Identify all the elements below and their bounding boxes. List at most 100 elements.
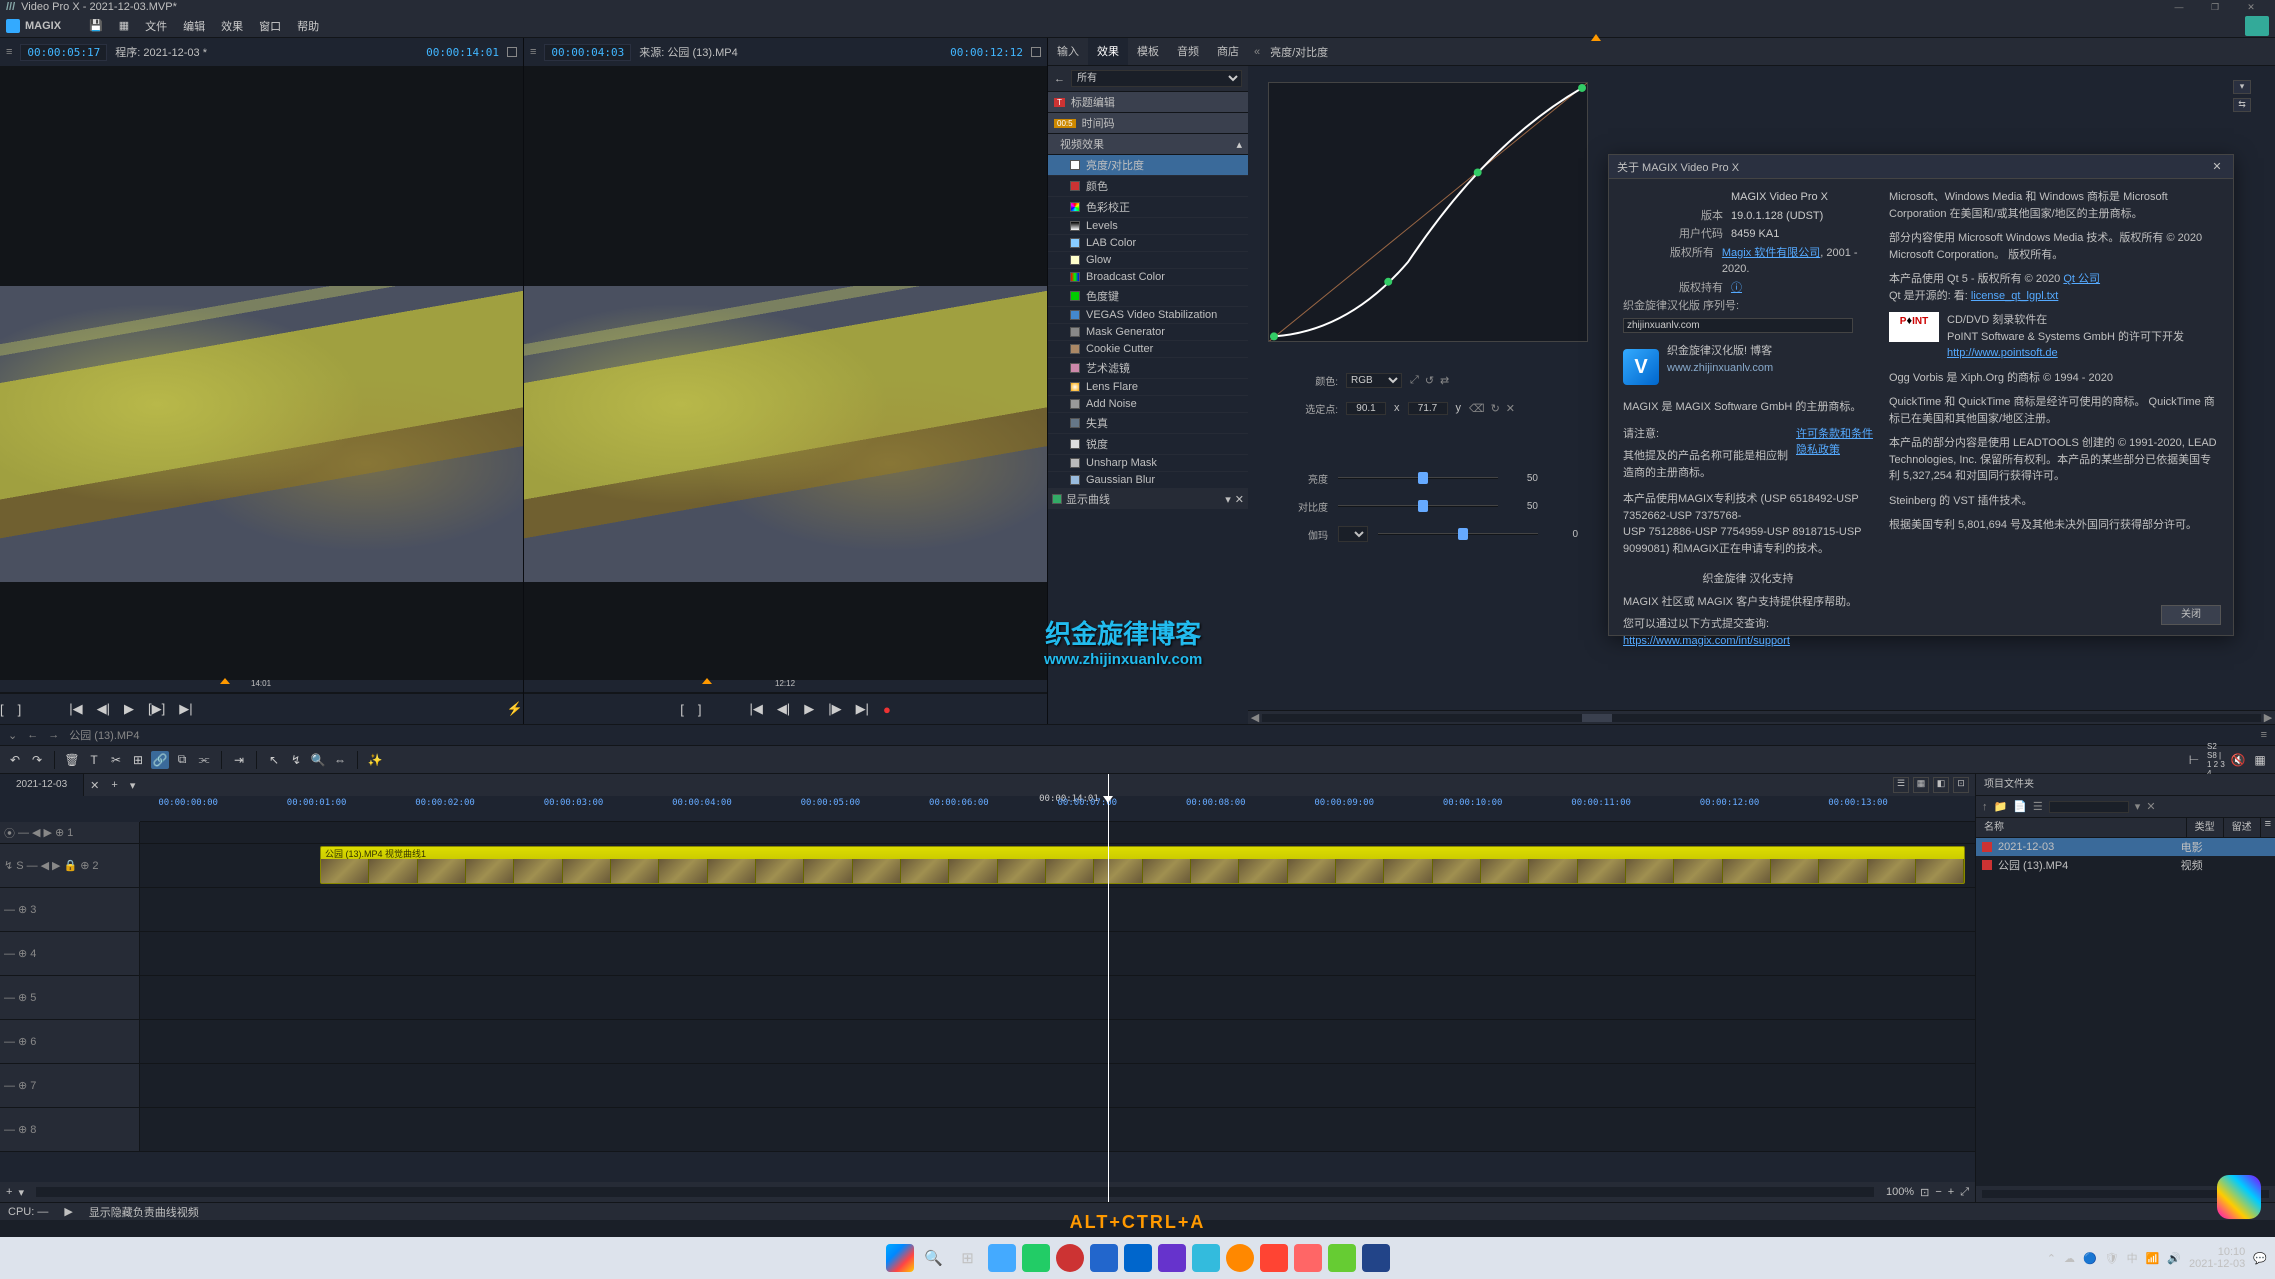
tray-volume-icon[interactable]: 🔊 (2167, 1252, 2181, 1265)
mark-out-icon[interactable]: ] (18, 702, 22, 717)
curve-preset-icon[interactable]: ▾ (2233, 80, 2251, 94)
track-header-8[interactable]: —⊕8 (0, 1108, 140, 1151)
zoom-fit-icon[interactable]: ⊡ (1920, 1186, 1929, 1199)
link-icon[interactable]: 🔗 (151, 751, 169, 769)
tray-expand-icon[interactable]: ⌃ (2047, 1252, 2056, 1265)
goto-end-icon[interactable]: ▶| (179, 701, 192, 717)
fx-item-mask[interactable]: Mask Generator (1048, 324, 1248, 341)
fx-item-color-correct[interactable]: 色彩校正 (1048, 197, 1248, 218)
header-timecode[interactable]: 00:5时间码 (1048, 113, 1248, 134)
view-list-icon[interactable]: ☰ (1893, 777, 1909, 793)
gamma-slider[interactable] (1378, 533, 1538, 535)
contrast-slider[interactable] (1338, 505, 1498, 507)
zoom-all-icon[interactable]: ⤢ (1960, 1186, 1969, 1199)
h-scrollbar[interactable] (36, 1187, 1874, 1197)
crumb-back-icon[interactable]: ← (27, 729, 38, 741)
app-icon-active[interactable] (1362, 1244, 1390, 1272)
source-menu-icon[interactable]: ≡ (530, 46, 536, 58)
fx-item-lab[interactable]: LAB Color (1048, 235, 1248, 252)
minimize-icon[interactable]: — (2161, 2, 2197, 14)
fx-item-cookie[interactable]: Cookie Cutter (1048, 341, 1248, 358)
fx-item-brightness[interactable]: 亮度/对比度 (1048, 155, 1248, 176)
ctrl-scrollbar[interactable]: ◀ ▶ (1248, 710, 2275, 724)
tab-close-icon[interactable]: ✕ (84, 779, 105, 792)
track-header-2[interactable]: ↯S—◀▶🔒⊕2 (0, 844, 140, 887)
zoom-out-icon[interactable]: − (1935, 1186, 1941, 1198)
track-header-3[interactable]: —⊕3 (0, 888, 140, 931)
zoom-in-icon[interactable]: + (1948, 1186, 1954, 1198)
delete-icon[interactable]: 🗑 (63, 751, 81, 769)
menu-file[interactable]: 文件 (145, 18, 167, 34)
tab-effects[interactable]: 效果 (1088, 38, 1128, 65)
mute-icon[interactable]: 🔇 (2229, 751, 2247, 769)
view-grid-icon[interactable]: ▦ (1913, 777, 1929, 793)
media-list-icon[interactable]: ☰ (2033, 800, 2043, 813)
point-link[interactable]: http://www.pointsoft.de (1947, 347, 2058, 359)
gamma-select[interactable] (1338, 526, 1368, 542)
fx-item-levels[interactable]: Levels (1048, 218, 1248, 235)
tray-notifications-icon[interactable]: 💬 (2253, 1252, 2267, 1265)
media-search-input[interactable] (2049, 801, 2129, 813)
crumb-expand-icon[interactable]: ⌄ (8, 729, 17, 742)
search-icon[interactable]: 🔍 (920, 1244, 948, 1272)
fx-item-flare[interactable]: Lens Flare (1048, 379, 1248, 396)
point-x-input[interactable] (1346, 402, 1386, 415)
mark-in-icon[interactable]: [ (680, 702, 684, 717)
fx-item-chroma[interactable]: 色度键 (1048, 286, 1248, 307)
chain-icon[interactable]: ⧉ (173, 751, 191, 769)
terms-link[interactable]: 许可条款和条件 (1796, 428, 1873, 440)
step-back-icon[interactable]: ◀| (97, 701, 110, 717)
app-icon-3[interactable] (1056, 1244, 1084, 1272)
stretch-tool-icon[interactable]: ⇔ (331, 751, 349, 769)
start-icon[interactable] (886, 1244, 914, 1272)
source-tc-in[interactable]: 00:00:04:03 (544, 44, 631, 61)
step-fwd-icon[interactable]: |▶ (828, 701, 841, 717)
app-icon-2[interactable] (1022, 1244, 1050, 1272)
curve-editor[interactable] (1268, 82, 1588, 342)
serial-input[interactable] (1623, 318, 1853, 333)
record-icon[interactable]: ● (883, 702, 891, 717)
track-header-1[interactable]: ⦿—◀▶⊕1 (0, 822, 140, 843)
fx-item-stabilize[interactable]: VEGAS Video Stabilization (1048, 307, 1248, 324)
text-icon[interactable]: T (85, 751, 103, 769)
play-icon[interactable]: ▶ (804, 701, 814, 717)
fx-item-sharp[interactable]: 锐度 (1048, 434, 1248, 455)
track-header-5[interactable]: —⊕5 (0, 976, 140, 1019)
col-name[interactable]: 名称 (1976, 818, 2187, 837)
app-accent-button[interactable] (2245, 16, 2269, 36)
collapse-icon[interactable]: « (1254, 46, 1260, 58)
tab-templates[interactable]: 模板 (1128, 38, 1168, 65)
tab-store[interactable]: 商店 (1208, 38, 1248, 65)
view-detail-icon[interactable]: ◧ (1933, 777, 1949, 793)
app-icon-7[interactable] (1192, 1244, 1220, 1272)
about-close-button[interactable]: 关闭 (2161, 605, 2221, 625)
track-header-4[interactable]: —⊕4 (0, 932, 140, 975)
save-icon[interactable]: 💾 (89, 19, 103, 32)
channel-select[interactable]: RGB (1346, 373, 1402, 388)
media-folder-icon[interactable]: 📁 (1994, 800, 2008, 813)
tray-wifi-icon[interactable]: 📶 (2146, 1252, 2160, 1265)
view-more-icon[interactable]: ⊡ (1953, 777, 1969, 793)
media-more-icon[interactable]: ▾ (2135, 800, 2141, 813)
loop-icon[interactable]: ⚡ (507, 701, 523, 717)
goto-start-icon[interactable]: |◀ (749, 701, 762, 717)
tab-audio[interactable]: 音频 (1168, 38, 1208, 65)
category-select[interactable]: 所有 (1071, 70, 1242, 87)
fx-item-distort[interactable]: 失真 (1048, 413, 1248, 434)
media-up-icon[interactable]: ↑ (1982, 801, 1988, 813)
col-menu-icon[interactable]: ≡ (2261, 818, 2275, 837)
video-clip[interactable]: 公园 (13).MP4 视觉曲线1 (320, 846, 1965, 884)
menu-edit[interactable]: 编辑 (183, 18, 205, 34)
fx-item-art[interactable]: 艺术滤镜 (1048, 358, 1248, 379)
group-icon[interactable]: ⊞ (129, 751, 147, 769)
time-ruler[interactable]: 00:00:14:01 00:00:00:00 00:00:01:00 00:0… (140, 796, 1975, 822)
fx-item-glow[interactable]: Glow (1048, 252, 1248, 269)
play-range-icon[interactable]: [▶] (148, 701, 165, 717)
brightness-slider[interactable] (1338, 477, 1498, 479)
app-icon-11[interactable] (1328, 1244, 1356, 1272)
timeline-tab[interactable]: 2021-12-03 (0, 774, 84, 796)
redo-icon[interactable]: ↷ (28, 751, 46, 769)
crumb-menu-icon[interactable]: ≡ (2261, 729, 2267, 741)
curve-swap-icon[interactable]: ⇄ (1440, 374, 1449, 387)
monitor-menu-icon[interactable]: ≡ (6, 46, 12, 58)
